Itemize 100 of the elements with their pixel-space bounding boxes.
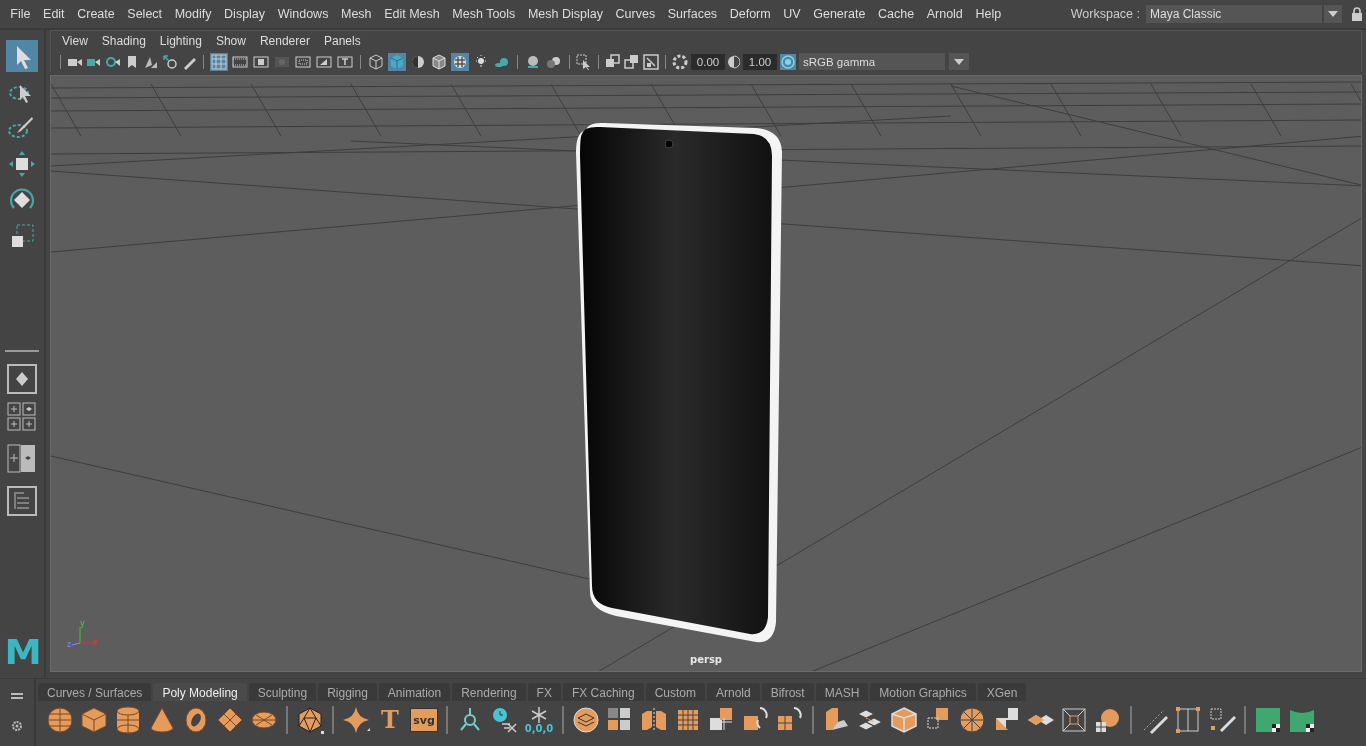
bevel-icon[interactable] [890,706,918,734]
wire-on-shaded-toggle[interactable] [430,52,448,71]
color-management-toggle[interactable] [780,53,796,70]
panel-menu-item[interactable]: Lighting [152,34,209,48]
sphere-icon[interactable] [46,706,74,734]
shelf-tab[interactable]: Curves / Surfaces [38,683,152,701]
menu-icon[interactable] [11,693,23,700]
menu-item[interactable]: Arnold [920,5,970,23]
shelf-tab[interactable]: Rendering [452,683,526,701]
snowflake-icon[interactable] [530,706,548,724]
shaded-cube-icon [389,53,405,70]
checker-sphere-icon [452,53,468,70]
menu-item[interactable]: Select [121,5,169,23]
exposure-icon[interactable] [672,53,688,70]
checker-sphere-toggle[interactable] [451,52,469,71]
xray-joints-icon[interactable] [605,53,621,70]
shelf-tab[interactable]: Custom [645,683,705,701]
workspace-label: Workspace : [1070,7,1140,21]
field-chart-icon [295,53,311,70]
menu-item[interactable]: Cache [871,5,921,23]
grid-toggle[interactable] [210,52,228,71]
caret-icon[interactable] [1328,11,1338,17]
light-bulb-icon [473,53,489,70]
platonic-solid-icon[interactable] [296,706,324,734]
super-shape-icon[interactable] [342,706,370,734]
shelf-tab[interactable]: Animation [378,683,451,701]
gamma-icon[interactable] [728,53,740,70]
shelf-tab[interactable]: Sculpting [248,683,317,701]
history-clock-icon[interactable] [490,706,518,734]
menu-item[interactable]: Deform [723,5,777,23]
panel-menu-item[interactable]: Renderer [252,34,317,48]
material-sphere-icon [410,53,426,70]
panel-menu-item[interactable]: Panels [316,34,368,48]
menu-item[interactable]: Windows [271,5,335,23]
axis-label: y [80,619,85,628]
panel-menu-item[interactable]: Show [208,34,253,48]
menu-item[interactable]: Help [969,5,1008,23]
menu-item[interactable]: Display [217,5,272,23]
text-tool-icon[interactable]: T [376,706,404,734]
caret-icon[interactable] [954,58,964,65]
shelf-tab[interactable]: FX [527,683,561,701]
plane-icon[interactable] [216,706,244,734]
shaded-cube-toggle[interactable] [388,52,406,71]
color-space-dropdown[interactable]: sRGB gamma [799,53,945,70]
grid-icon [211,53,227,70]
wireframe-cube-icon [368,53,384,70]
menu-item[interactable]: Mesh Tools [446,5,522,23]
exposure-field[interactable]: 0.00 [691,53,725,70]
app-logo: M [4,632,40,672]
lock-icon[interactable] [1352,7,1362,21]
isolate-select-icon[interactable] [576,53,592,70]
outliner-icon[interactable] [7,486,37,516]
menu-item[interactable]: Generate [806,5,872,23]
menu-item[interactable]: Edit [36,5,71,23]
menu-item[interactable]: Modify [168,5,218,23]
occlusion-sphere-icon [525,53,541,70]
cube-icon[interactable] [80,706,108,734]
axis-label: x [93,638,98,647]
shelf-tab[interactable]: MASH [815,683,869,701]
single-pane-layout-icon[interactable] [7,364,37,394]
cone-icon[interactable] [148,706,176,734]
wedge-icon[interactable] [958,706,986,734]
xray-active-icon[interactable] [624,53,640,70]
backface-icon[interactable] [643,53,659,70]
menu-item[interactable]: Edit Mesh [377,5,447,23]
pan-zoom-icon[interactable] [162,53,178,70]
workspace-dropdown[interactable]: Maya Classic [1146,5,1322,23]
menu-item[interactable]: UV [776,5,807,23]
shelf-tab[interactable]: Rigging [318,683,377,701]
shelf-tab[interactable]: Poly Modeling [153,683,247,701]
panel-menu-item[interactable]: View [55,34,95,48]
shelf-tab[interactable]: FX Caching [562,683,644,701]
freeze-transform-label: 0,0,0 [524,724,554,734]
shelf-tab[interactable]: Bifrost [761,683,814,701]
settings-icon[interactable] [11,719,23,732]
select-tool[interactable] [6,40,38,72]
menu-item[interactable]: Mesh Display [521,5,610,23]
svg-tool-icon[interactable]: svg [410,708,438,732]
torus-icon[interactable] [182,706,210,734]
safe-action-icon [316,53,332,70]
panel-menu-item[interactable]: Shading [94,34,153,48]
menu-item[interactable]: File [4,5,37,23]
menu-item[interactable]: Curves [609,5,662,23]
wireframe-cube-toggle[interactable] [367,52,385,71]
menu-item[interactable]: Surfaces [661,5,724,23]
combine-layers-icon[interactable] [572,706,600,734]
axis-gizmo-drawing [71,626,95,646]
material-swatch-icon[interactable] [1254,706,1282,734]
axis-label: z [67,640,72,649]
edge-loop-icon[interactable] [1174,706,1202,734]
menu-item[interactable]: Create [70,5,121,23]
gamma-field[interactable]: 1.00 [743,53,777,70]
shelf-tab[interactable]: XGen [977,683,1027,701]
color-management-icon [781,54,795,69]
cylinder-icon[interactable] [114,706,142,734]
four-pane-layout-icon[interactable] [7,402,37,432]
shelf-tab[interactable]: Motion Graphics [870,683,976,701]
shelf-tab[interactable]: Arnold [706,683,760,701]
two-pane-layout-icon[interactable] [7,444,37,474]
menu-item[interactable]: Mesh [334,5,378,23]
